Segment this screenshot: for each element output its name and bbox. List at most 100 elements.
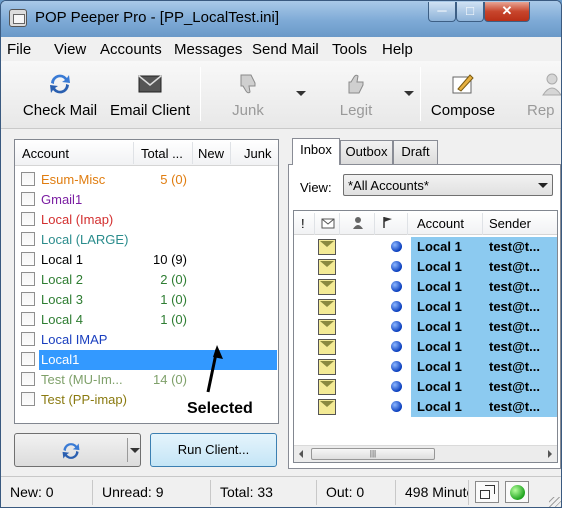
message-list[interactable]: ! Account Sender Local 1 test@t... Local 1… [293,210,558,463]
menu-send-mail[interactable]: Send Mail [252,41,319,58]
account-row[interactable]: Test (MU-Im... 14 (0) [15,370,278,390]
account-checkbox[interactable] [21,272,35,286]
message-sender: test@t... [489,279,540,294]
minimize-button[interactable]: ─ [428,2,456,22]
title-bar[interactable]: POP Peeper Pro - [PP_LocalTest.ini] ─ □ … [1,1,561,37]
account-checkbox[interactable] [21,252,35,266]
col-priority[interactable]: ! [301,216,305,231]
account-checkbox[interactable] [21,392,35,406]
account-checkbox[interactable] [21,372,35,386]
menu-messages[interactable]: Messages [174,41,242,58]
menu-tools[interactable]: Tools [332,41,367,58]
column-divider[interactable] [192,142,193,164]
scroll-right-icon[interactable] [548,450,552,458]
account-row[interactable]: Local 1 10 (9) [15,250,278,270]
column-divider[interactable] [314,213,315,235]
col-account[interactable]: Account [22,146,69,161]
account-checkbox[interactable] [21,232,35,246]
envelope-icon[interactable] [321,216,335,229]
message-row[interactable]: Local 1 test@t... [294,357,557,377]
junk-dropdown-arrow[interactable] [296,91,306,96]
account-row[interactable]: Local 3 1 (0) [15,290,278,310]
account-row[interactable]: Local (LARGE) [15,230,278,250]
person-icon[interactable] [352,216,364,229]
col-total[interactable]: Total ... [141,146,183,161]
horizontal-scrollbar[interactable]: ||| [294,445,557,462]
split-divider [127,438,128,462]
message-header: ! Account Sender [294,211,557,235]
account-row[interactable]: Local IMAP [15,330,278,350]
column-divider[interactable] [407,213,408,235]
legit-button[interactable]: Legit [321,65,391,123]
menu-help[interactable]: Help [382,41,413,58]
tab-outbox[interactable]: Outbox [340,140,393,164]
account-filter-select[interactable]: *All Accounts* [343,174,553,196]
status-light-icon[interactable] [505,481,529,503]
message-row[interactable]: Local 1 test@t... [294,337,557,357]
col-junk[interactable]: Junk [244,146,271,161]
message-account: Local 1 [417,399,462,414]
account-row[interactable]: Local 2 2 (0) [15,270,278,290]
account-row[interactable]: Local 4 1 (0) [15,310,278,330]
col-sender[interactable]: Sender [489,216,531,231]
account-checkbox[interactable] [21,312,35,326]
menu-view[interactable]: View [54,41,86,58]
message-row[interactable]: Local 1 test@t... [294,377,557,397]
col-account[interactable]: Account [417,216,464,231]
status-dot-icon [391,261,402,272]
column-divider[interactable] [230,142,231,164]
column-divider[interactable] [374,213,375,235]
column-divider[interactable] [482,213,483,235]
message-row[interactable]: Local 1 test@t... [294,257,557,277]
menu-accounts[interactable]: Accounts [100,41,162,58]
account-row[interactable]: Local (Imap) [15,210,278,230]
tab-draft[interactable]: Draft [393,140,438,164]
check-mail-split-button[interactable] [14,433,141,467]
chevron-down-icon[interactable] [130,448,140,453]
envelope-icon [318,239,336,255]
toolbar-separator [420,67,421,121]
account-row[interactable]: Local1 [15,350,278,370]
resize-grip[interactable] [549,497,561,507]
status-dot-icon [391,341,402,352]
account-checkbox[interactable] [21,172,35,186]
compose-button[interactable]: Compose [425,65,501,123]
app-icon[interactable] [9,9,27,27]
maximize-button[interactable]: □ [456,2,484,22]
scroll-thumb[interactable]: ||| [311,448,435,460]
tab-inbox[interactable]: Inbox [292,138,340,165]
accounts-list[interactable]: Account Total ... New Junk Esum-Misc 5 (0… [14,139,279,424]
column-divider[interactable] [339,213,340,235]
reply-button[interactable]: Rep [515,65,561,123]
column-divider[interactable] [133,142,134,164]
account-checkbox[interactable] [21,212,35,226]
col-new[interactable]: New [198,146,224,161]
email-client-button[interactable]: Email Client [107,65,193,123]
message-account: Local 1 [417,299,462,314]
status-total: Total: 33 [211,480,317,505]
window-restore-icon[interactable] [475,481,499,503]
message-row[interactable]: Local 1 test@t... [294,237,557,257]
scroll-left-icon[interactable] [299,450,303,458]
check-mail-button[interactable]: Check Mail [17,65,103,123]
run-client-button[interactable]: Run Client... [150,433,277,467]
account-row[interactable]: Gmail1 [15,190,278,210]
email-client-label: Email Client [109,102,191,119]
status-unread: Unread: 9 [93,480,211,505]
message-row[interactable]: Local 1 test@t... [294,277,557,297]
account-row[interactable]: Esum-Misc 5 (0) [15,170,278,190]
menu-file[interactable]: File [7,41,31,58]
legit-dropdown-arrow[interactable] [404,91,414,96]
account-checkbox[interactable] [21,352,35,366]
flag-icon[interactable] [382,216,394,229]
message-row[interactable]: Local 1 test@t... [294,297,557,317]
message-row[interactable]: Local 1 test@t... [294,317,557,337]
account-checkbox[interactable] [21,292,35,306]
message-sender: test@t... [489,239,540,254]
account-checkbox[interactable] [21,332,35,346]
message-row[interactable]: Local 1 test@t... [294,397,557,417]
junk-button[interactable]: Junk [213,65,283,123]
account-name: Test (PP-imap) [41,392,127,407]
account-checkbox[interactable] [21,192,35,206]
close-button[interactable]: ✕ [484,2,530,22]
